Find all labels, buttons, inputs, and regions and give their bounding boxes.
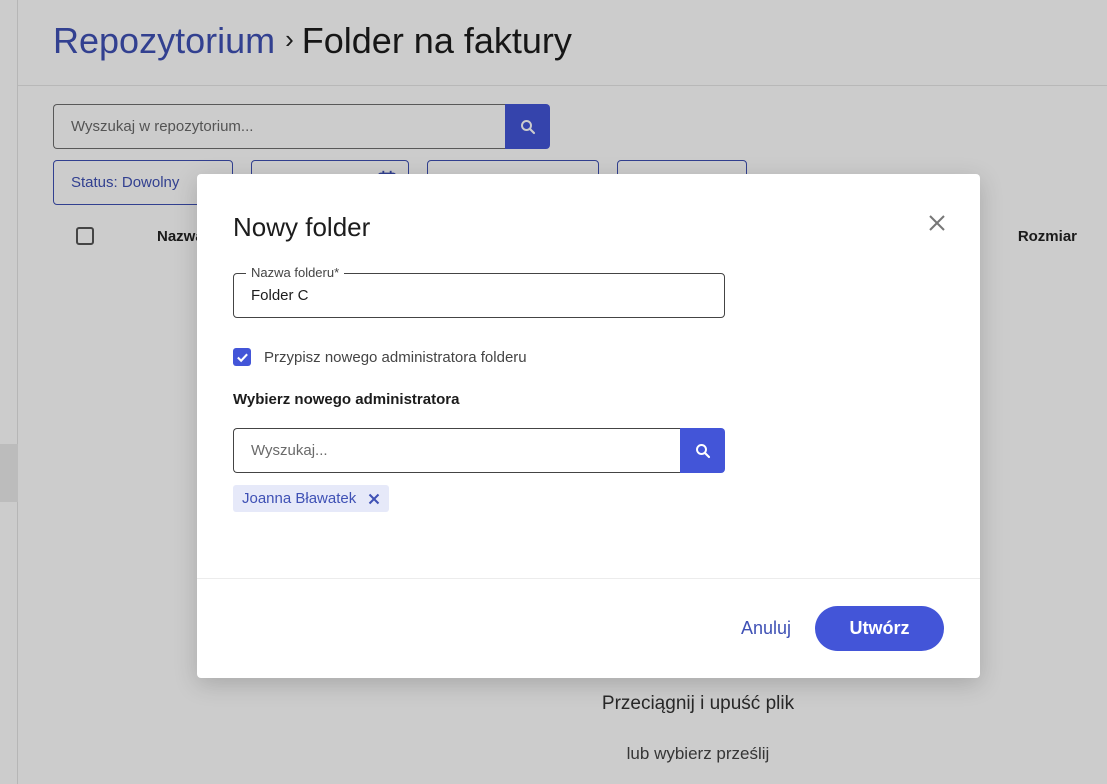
folder-name-label: Nazwa folderu*	[246, 265, 345, 281]
close-button[interactable]	[926, 212, 948, 234]
new-folder-dialog: Nowy folder Nazwa folderu* Folder C Przy…	[197, 174, 980, 678]
close-icon	[369, 493, 380, 504]
admin-search-input[interactable]: Wyszukaj...	[233, 428, 680, 473]
dialog-title: Nowy folder	[233, 212, 371, 242]
folder-name-field[interactable]: Nazwa folderu* Folder C	[233, 265, 725, 318]
search-icon	[695, 443, 710, 458]
assign-admin-row: Przypisz nowego administratora folderu	[233, 348, 527, 366]
folder-name-input[interactable]: Folder C	[251, 287, 309, 304]
create-button[interactable]: Utwórz	[815, 606, 944, 651]
close-icon	[929, 215, 945, 231]
selected-admin-name: Joanna Bławatek	[242, 490, 357, 507]
cancel-button[interactable]: Anuluj	[741, 618, 791, 639]
dialog-divider	[197, 578, 980, 579]
assign-admin-label[interactable]: Przypisz nowego administratora folderu	[264, 349, 527, 366]
admin-search-button[interactable]	[680, 428, 725, 473]
admin-section-label: Wybierz nowego administratora	[233, 391, 460, 408]
checkmark-icon	[236, 353, 248, 362]
remove-admin-button[interactable]	[368, 493, 380, 505]
assign-admin-checkbox[interactable]	[233, 348, 251, 366]
selected-admin-chip: Joanna Bławatek	[233, 485, 390, 512]
admin-search: Wyszukaj...	[233, 428, 725, 473]
